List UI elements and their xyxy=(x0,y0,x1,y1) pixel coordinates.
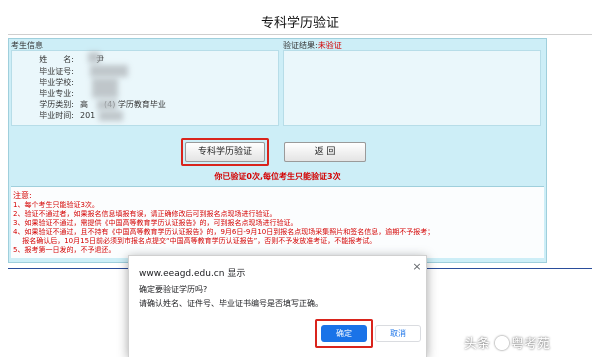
info-value: 高 (4) 学历教育毕业 xyxy=(80,100,166,109)
redaction-blur xyxy=(90,65,128,77)
info-label: 学历类别: xyxy=(39,100,74,109)
at-icon xyxy=(495,336,510,350)
info-row-degree-type: 学历类别: 高 (4) 学历教育毕业 xyxy=(14,99,166,110)
info-label: 毕业专业: xyxy=(39,89,74,98)
verify-result-panel xyxy=(283,50,541,126)
info-label: 姓 名: xyxy=(39,55,74,64)
note-line: 5、报考第一日发的，不予退还。 xyxy=(13,246,116,254)
attempt-count-note: 你已验证0次,每位考生只能验证3次 xyxy=(214,172,341,181)
info-row-cert-number: 毕业证号: xyxy=(14,66,80,77)
info-value: 201 xyxy=(80,111,96,120)
watermark: 头条 粤考苑 xyxy=(464,333,550,352)
title-divider xyxy=(8,34,592,35)
verify-degree-button[interactable]: 专科学历验证 xyxy=(185,142,265,162)
dialog-cancel-button[interactable]: 取消 xyxy=(375,325,421,342)
redaction-blur xyxy=(92,78,118,98)
notes-panel: 注意: 1、每个考生只能验证3次。 2、验证不通过者，如果报名信息填报有误，请正… xyxy=(11,186,544,258)
back-button[interactable]: 返 回 xyxy=(284,142,366,162)
info-label: 毕业学校: xyxy=(39,78,74,87)
watermark-handle: 粤考苑 xyxy=(511,337,551,352)
dialog-site-label: www.eeagd.edu.cn 显示 xyxy=(139,269,246,279)
redaction-blur xyxy=(97,100,117,110)
page-title: 专科学历验证 xyxy=(260,16,339,31)
info-row-school: 毕业学校: xyxy=(14,77,80,88)
info-label: 毕业证号: xyxy=(39,67,74,76)
info-label: 毕业时间: xyxy=(39,111,74,120)
verify-status: 未验证 xyxy=(317,41,342,50)
verify-result-label: 验证结果: xyxy=(283,41,318,50)
redaction-blur xyxy=(99,111,123,121)
redaction-blur xyxy=(88,52,100,63)
confirm-dialog: www.eeagd.edu.cn 显示 × 确定要验证学历吗? 请确认姓名、证件… xyxy=(128,255,427,357)
dialog-question: 确定要验证学历吗? xyxy=(139,285,208,294)
info-row-major: 毕业专业: xyxy=(14,88,80,99)
close-icon[interactable]: × xyxy=(412,261,422,273)
dialog-message: 请确认姓名、证件号、毕业证书编号是否填写正确。 xyxy=(139,299,323,308)
watermark-prefix: 头条 xyxy=(464,337,491,352)
dialog-ok-button[interactable]: 确定 xyxy=(321,325,367,342)
info-row-grad-time: 毕业时间: 201 xyxy=(14,110,95,121)
